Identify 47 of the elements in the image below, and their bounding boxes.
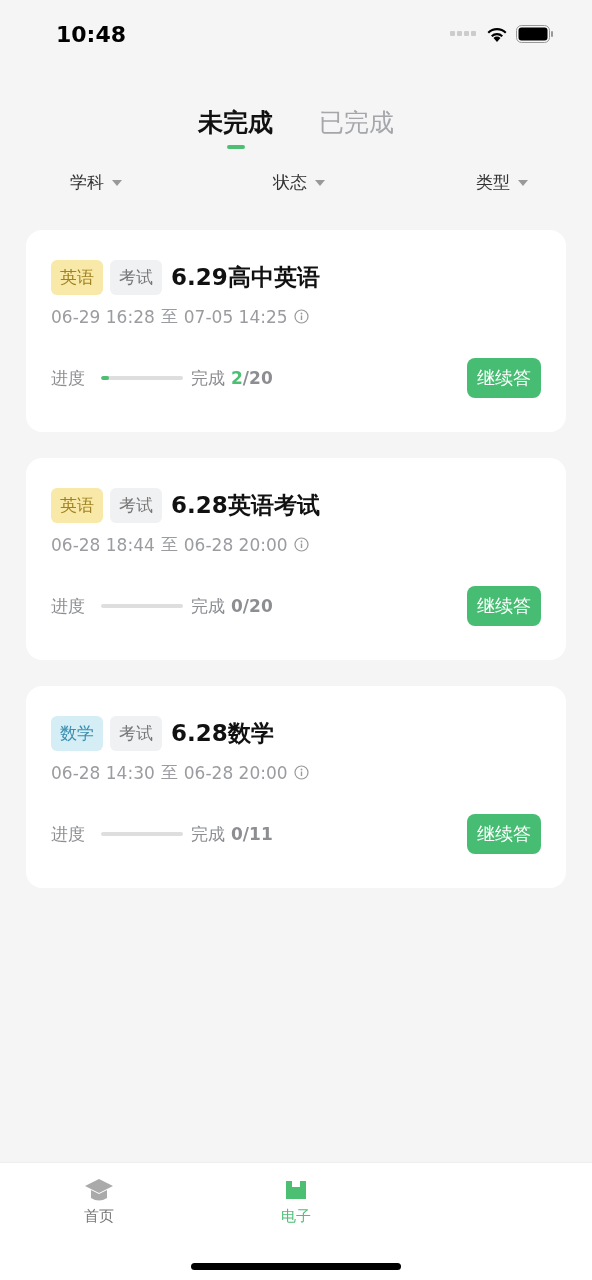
graduation-cap-icon	[83, 1177, 114, 1203]
date-separator: 至	[160, 533, 178, 556]
task-card[interactable]: 英语 考试 6.29高中英语 06-29 16:28 至 07-05 14:25 进度 完成 2/20 继续答	[26, 230, 566, 432]
task-card[interactable]: 数学 考试 6.28数学 06-28 14:30 至 06-28 20:00 进度 完成 0/11 继续答	[26, 686, 566, 888]
filter-dropdown[interactable]: 类型	[476, 171, 510, 194]
subject-tag: 数学	[51, 716, 103, 751]
caret-icon	[315, 179, 325, 186]
progress-label: 进度	[51, 366, 85, 390]
done-count: 2/20	[231, 368, 273, 388]
type-tag: 考试	[110, 716, 162, 751]
type-tag: 考试	[110, 488, 162, 523]
bottom-tab[interactable]: 首页	[83, 1207, 114, 1226]
done-label: 完成	[191, 366, 225, 390]
caret-icon	[112, 179, 122, 186]
progress-label: 进度	[51, 822, 85, 846]
start-time: 06-28 18:44	[51, 534, 155, 555]
status-time: 10:48	[56, 21, 127, 47]
task-card[interactable]: 英语 考试 6.28英语考试 06-28 18:44 至 06-28 20:00 进度 完成 0/20 继续答	[26, 458, 566, 660]
task-title: 6.29高中英语	[171, 263, 320, 292]
start-time: 06-29 16:28	[51, 306, 155, 327]
date-separator: 至	[160, 305, 178, 328]
subject-tag: 英语	[51, 488, 103, 523]
tab-indicator	[226, 145, 245, 149]
caret-icon	[518, 179, 528, 186]
wifi-icon	[486, 26, 508, 42]
done-label: 完成	[191, 822, 225, 846]
subject-tag: 英语	[51, 260, 103, 295]
info-icon[interactable]	[293, 765, 309, 780]
end-time: 06-28 20:00	[183, 762, 288, 783]
info-icon[interactable]	[293, 309, 309, 324]
done-count: 0/20	[231, 596, 273, 616]
filter-dropdown[interactable]: 学科	[70, 171, 104, 194]
task-title: 6.28数学	[171, 719, 274, 748]
done-label: 完成	[191, 594, 225, 618]
filter-dropdown[interactable]: 状态	[273, 171, 307, 194]
end-time: 07-05 14:25	[183, 306, 288, 327]
type-tag: 考试	[110, 260, 162, 295]
task-title: 6.28英语考试	[171, 491, 320, 520]
info-icon[interactable]	[293, 537, 309, 552]
date-separator: 至	[160, 761, 178, 784]
start-time: 06-28 14:30	[51, 762, 155, 783]
done-count: 0/11	[231, 824, 273, 844]
signal-icon	[450, 31, 478, 37]
battery-icon	[516, 25, 554, 43]
end-time: 06-28 20:00	[183, 534, 288, 555]
tab[interactable]: 未完成	[198, 106, 273, 139]
progress-label: 进度	[51, 594, 85, 618]
